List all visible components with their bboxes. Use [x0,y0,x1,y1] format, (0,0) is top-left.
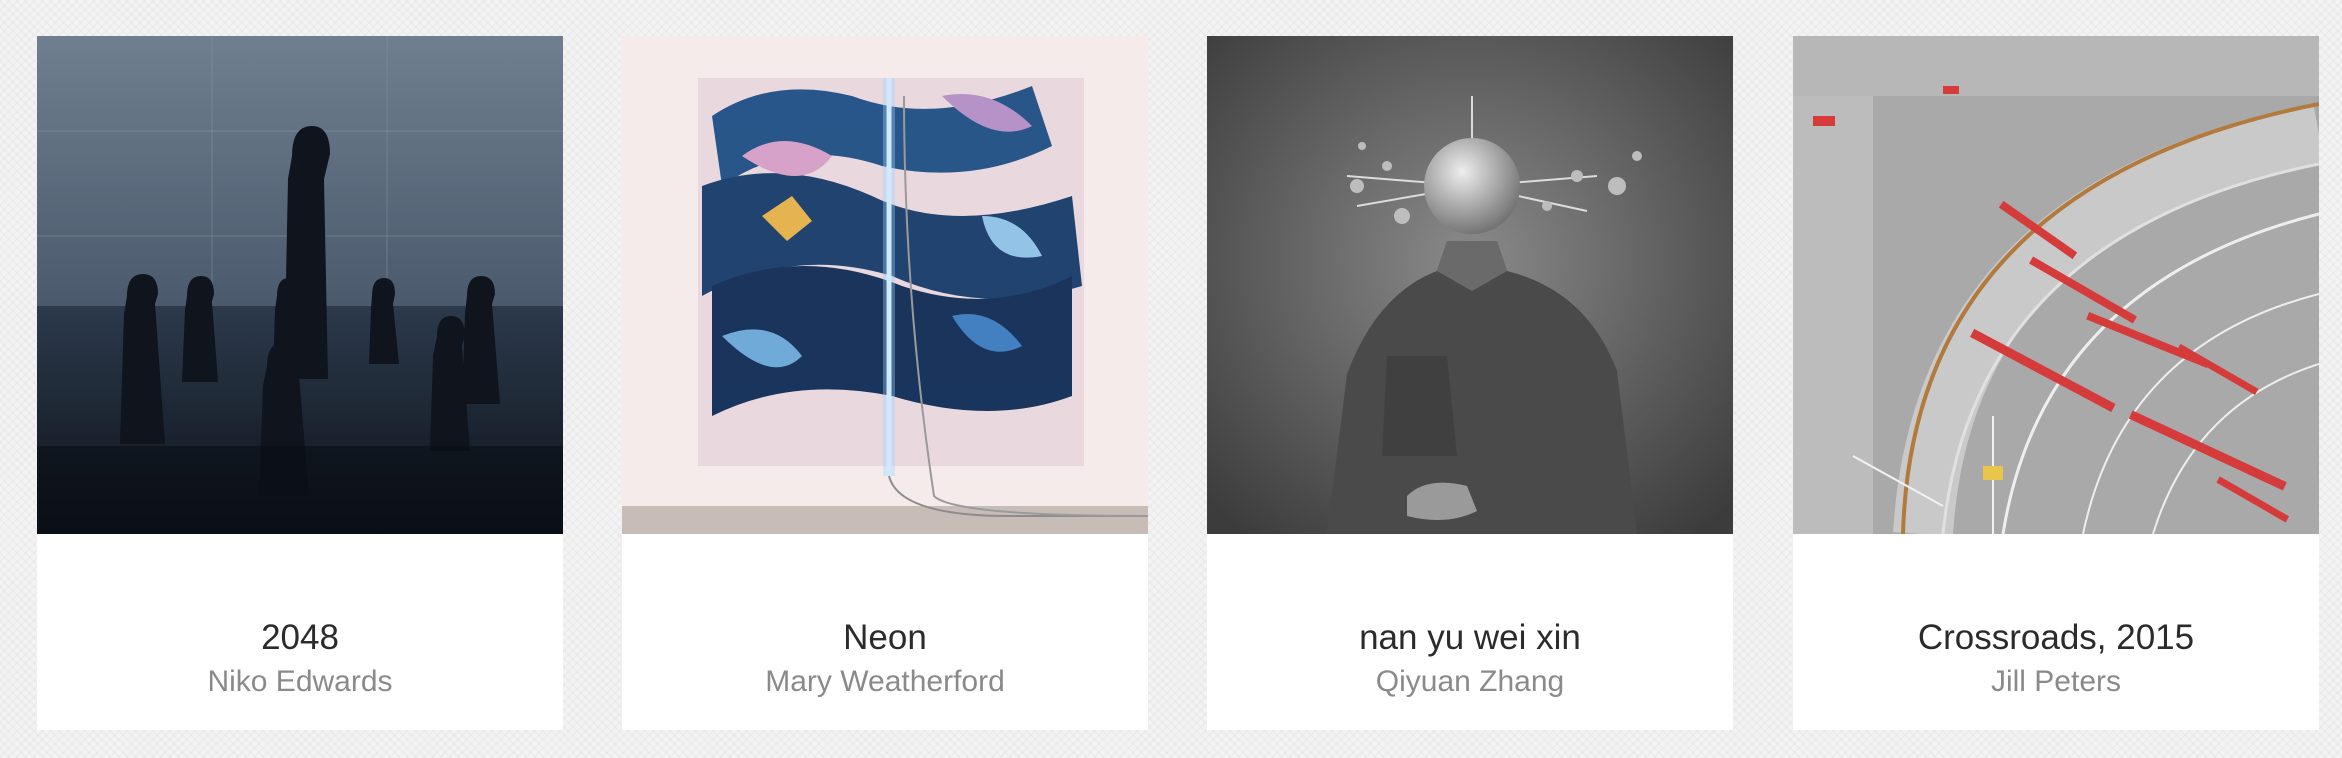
artwork-card-neon[interactable]: Neon Mary Weatherford [622,36,1148,730]
artwork-title[interactable]: Crossroads, 2015 [1793,618,2319,658]
artwork-card-crossroads-2015[interactable]: Crossroads, 2015 Jill Peters [1793,36,2319,730]
artwork-image-figure [1207,36,1733,534]
artwork-image-aerial-crossroads [1793,36,2319,534]
artwork-image-sculptures [37,36,563,534]
artwork-caption: 2048 Niko Edwards [37,534,563,730]
artwork-caption: Neon Mary Weatherford [622,534,1148,730]
artwork-title[interactable]: 2048 [37,618,563,658]
artwork-caption: nan yu wei xin Qiyuan Zhang [1207,534,1733,730]
artwork-artist[interactable]: Mary Weatherford [622,664,1148,700]
artwork-card-nan-yu-wei-xin[interactable]: nan yu wei xin Qiyuan Zhang [1207,36,1733,730]
artwork-gallery: 2048 Niko Edwards Neon Mary Weatherford … [37,36,2319,730]
artwork-artist[interactable]: Niko Edwards [37,664,563,700]
artwork-image-painting [622,36,1148,534]
artwork-caption: Crossroads, 2015 Jill Peters [1793,534,2319,730]
artwork-title[interactable]: Neon [622,618,1148,658]
artwork-title[interactable]: nan yu wei xin [1207,618,1733,658]
artwork-image[interactable] [37,36,563,534]
artwork-artist[interactable]: Jill Peters [1793,664,2319,700]
artwork-image[interactable] [622,36,1148,534]
artwork-card-2048[interactable]: 2048 Niko Edwards [37,36,563,730]
artwork-image[interactable] [1793,36,2319,534]
artwork-image[interactable] [1207,36,1733,534]
artwork-artist[interactable]: Qiyuan Zhang [1207,664,1733,700]
